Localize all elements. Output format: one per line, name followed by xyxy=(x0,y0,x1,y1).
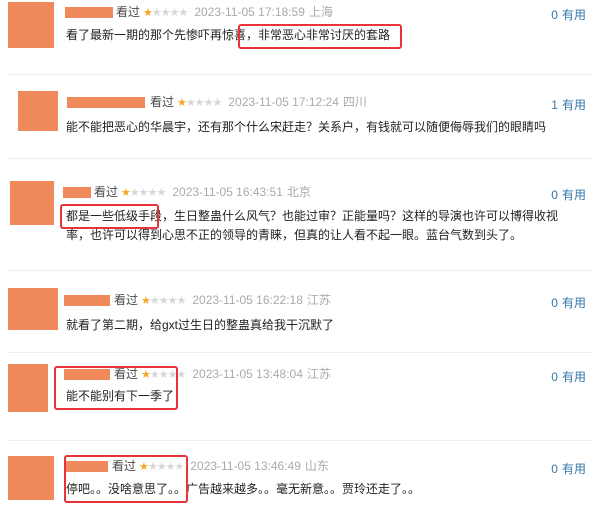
watched-label: 看过 xyxy=(150,95,175,109)
useful-label: 有用 xyxy=(561,370,586,384)
avatar[interactable] xyxy=(8,364,48,412)
divider xyxy=(8,440,592,441)
watched-label: 看过 xyxy=(94,185,119,199)
useful-label: 有用 xyxy=(561,188,586,202)
highlight-box xyxy=(238,24,402,49)
useful-label: 有用 xyxy=(561,98,586,112)
rating-stars-icon: ★★★★★ xyxy=(177,97,222,109)
rating-stars-icon: ★★★★★ xyxy=(121,187,166,199)
useful-count: 1 xyxy=(551,98,558,112)
useful-label: 有用 xyxy=(561,296,586,310)
review-text: 能不能把恶心的华晨宇，还有那个什么宋赶走？关系户，有钱就可以随便侮辱我们的眼睛吗 xyxy=(66,120,547,134)
review-time: 2023-11-05 13:48:04 xyxy=(192,367,303,381)
review-time: 2023-11-05 13:46:49 xyxy=(190,459,301,473)
username-redacted[interactable] xyxy=(67,97,145,108)
useful-button[interactable]: 0 有用 xyxy=(551,186,586,203)
divider xyxy=(8,270,592,271)
useful-label: 有用 xyxy=(561,462,586,476)
review-meta: 看过 ★★★★★ 2023-11-05 17:12:24 四川 xyxy=(150,95,367,110)
divider xyxy=(8,352,592,353)
highlight-box xyxy=(60,204,159,229)
username-redacted[interactable] xyxy=(65,7,113,18)
highlight-box xyxy=(64,455,188,503)
review-location: 四川 xyxy=(342,95,367,109)
review-meta: 看过 ★★★★★ 2023-11-05 17:18:59 上海 xyxy=(116,5,333,20)
highlight-box xyxy=(54,366,178,410)
review-meta: 看过 ★★★★★ 2023-11-05 16:43:51 北京 xyxy=(94,185,311,200)
avatar[interactable] xyxy=(18,91,58,131)
review-location: 江苏 xyxy=(306,367,331,381)
review-location: 上海 xyxy=(308,5,333,19)
useful-count: 0 xyxy=(551,188,558,202)
avatar[interactable] xyxy=(8,456,54,500)
watched-label: 看过 xyxy=(114,293,139,307)
divider xyxy=(8,74,592,75)
review-text: 就看了第二期，给gxt过生日的整蛊真给我干沉默了 xyxy=(66,318,335,332)
review-meta: 看过 ★★★★★ 2023-11-05 16:22:18 江苏 xyxy=(114,293,331,308)
useful-button[interactable]: 0 有用 xyxy=(551,6,586,23)
review-time: 2023-11-05 16:43:51 xyxy=(172,185,283,199)
watched-label: 看过 xyxy=(116,5,141,19)
username-redacted[interactable] xyxy=(63,187,91,198)
review-time: 2023-11-05 17:18:59 xyxy=(194,5,305,19)
review-location: 山东 xyxy=(304,459,329,473)
review-time: 2023-11-05 16:22:18 xyxy=(192,293,303,307)
review-location: 北京 xyxy=(286,185,311,199)
review-time: 2023-11-05 17:12:24 xyxy=(228,95,339,109)
useful-button[interactable]: 0 有用 xyxy=(551,368,586,385)
useful-count: 0 xyxy=(551,8,558,22)
divider xyxy=(8,158,592,159)
useful-button[interactable]: 0 有用 xyxy=(551,460,586,477)
rating-stars-icon: ★★★★★ xyxy=(141,295,186,307)
useful-count: 0 xyxy=(551,296,558,310)
useful-button[interactable]: 1 有用 xyxy=(551,96,586,113)
avatar[interactable] xyxy=(8,288,58,330)
useful-count: 0 xyxy=(551,462,558,476)
useful-label: 有用 xyxy=(561,8,586,22)
avatar[interactable] xyxy=(8,2,54,48)
avatar[interactable] xyxy=(10,181,54,225)
useful-button[interactable]: 0 有用 xyxy=(551,294,586,311)
useful-count: 0 xyxy=(551,370,558,384)
review-location: 江苏 xyxy=(306,293,331,307)
rating-stars-icon: ★★★★★ xyxy=(143,7,188,19)
username-redacted[interactable] xyxy=(64,295,110,306)
